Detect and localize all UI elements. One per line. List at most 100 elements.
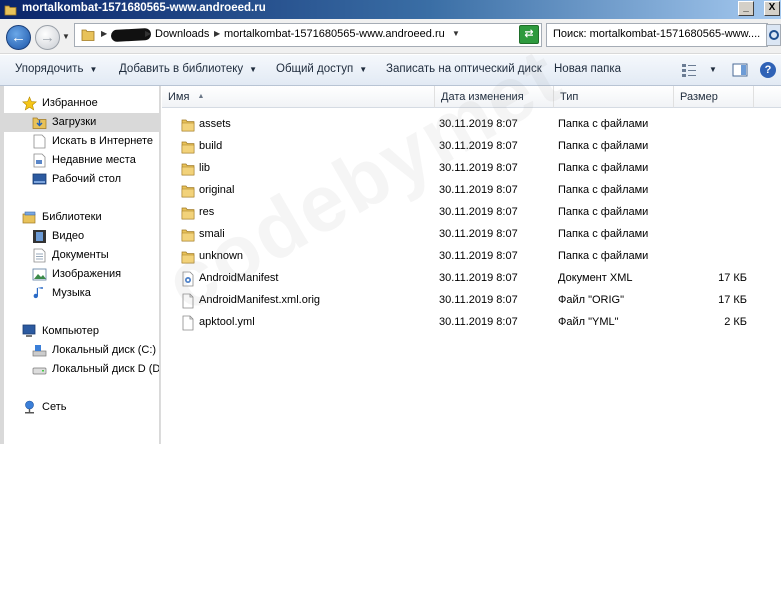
system-drive-icon [32,345,47,357]
nav-label: Сеть [42,401,67,413]
file-modified: 30.11.2019 8:07 [439,228,518,240]
arrow-right-icon: → [40,29,55,46]
nav-label: Загрузки [52,116,97,128]
chevron-right-icon[interactable]: ▶ [214,29,220,38]
address-field[interactable]: ▶ ▶ Downloads ▶ mortalkombat-1571680565-… [74,23,542,47]
file-name: build [199,140,223,152]
view-dropdown-icon[interactable]: ▼ [709,65,717,74]
table-row[interactable]: unknown 30.11.2019 8:07 Папка с файлами [161,246,781,268]
forward-button[interactable]: → [35,25,60,50]
minimize-button[interactable]: _ [738,1,754,16]
table-row[interactable]: lib 30.11.2019 8:07 Папка с файлами [161,158,781,180]
share-button[interactable]: Общий доступ ▼ [276,63,367,75]
chevron-down-icon[interactable]: ▼ [452,29,460,38]
images-icon [32,268,47,281]
column-header-type[interactable]: Тип [554,86,674,108]
window-title: mortalkombat-1571680565-www.androeed.ru [22,2,266,14]
column-header-modified[interactable]: Дата изменения [435,86,554,108]
nav-downloads[interactable]: Загрузки [4,113,159,132]
desktop-icon [32,173,47,185]
nav-computer[interactable]: Компьютер [0,322,159,341]
share-label: Общий доступ [276,63,354,75]
pane-edge [0,86,4,444]
nav-documents[interactable]: Документы [0,246,159,265]
nav-video[interactable]: Видео [0,227,159,246]
close-button[interactable]: X [764,1,780,16]
file-type: Папка с файлами [558,118,649,130]
file-icon [182,293,194,309]
table-row[interactable]: build 30.11.2019 8:07 Папка с файлами [161,136,781,158]
file-modified: 30.11.2019 8:07 [439,294,518,306]
table-row[interactable]: original 30.11.2019 8:07 Папка с файлами [161,180,781,202]
nav-recent-places[interactable]: Недавние места [0,151,159,170]
folder-icon [4,5,17,16]
table-row[interactable]: smali 30.11.2019 8:07 Папка с файлами [161,224,781,246]
nav-label: Недавние места [52,154,136,166]
search-input[interactable]: Поиск: mortalkombat-1571680565-www.... [546,23,768,47]
file-type: Папка с файлами [558,250,649,262]
file-modified: 30.11.2019 8:07 [439,162,518,174]
nav-music[interactable]: Музыка [0,284,159,303]
new-folder-button[interactable]: Новая папка [554,63,621,75]
search-button[interactable] [766,24,781,46]
nav-label: Библиотеки [42,211,102,223]
nav-label: Локальный диск (C:) [52,344,157,356]
chevron-down-icon: ▼ [249,65,258,74]
folder-icon [181,207,195,220]
nav-disk-c[interactable]: Локальный диск (C:) [0,341,159,360]
burn-button[interactable]: Записать на оптический диск [386,63,542,75]
table-row[interactable]: apktool.yml 30.11.2019 8:07 Файл "YML" 2 КБ [161,312,781,334]
nav-network[interactable]: Сеть [0,398,159,417]
column-header-size[interactable]: Размер [674,86,754,108]
nav-search-internet[interactable]: Искать в Интернете [0,132,159,151]
recent-places-icon [33,153,46,168]
file-modified: 30.11.2019 8:07 [439,184,518,196]
table-row[interactable]: AndroidManifest 30.11.2019 8:07 Документ X… [161,268,781,290]
nav-libraries[interactable]: Библиотеки [0,208,159,227]
libraries-icon [22,211,36,224]
breadcrumb-downloads[interactable]: Downloads [155,28,209,40]
file-modified: 30.11.2019 8:07 [439,250,518,262]
nav-images[interactable]: Изображения [0,265,159,284]
file-type: Папка с файлами [558,228,649,240]
chevron-down-icon: ▼ [359,65,368,74]
file-modified: 30.11.2019 8:07 [439,316,518,328]
history-dropdown-icon[interactable]: ▼ [62,32,70,41]
file-size: 17 КБ [718,294,747,306]
table-row[interactable]: res 30.11.2019 8:07 Папка с файлами [161,202,781,224]
file-modified: 30.11.2019 8:07 [439,118,518,130]
file-modified: 30.11.2019 8:07 [439,272,518,284]
nav-label: Музыка [52,287,91,299]
file-name: apktool.yml [199,316,255,328]
nav-label: Искать в Интернете [52,135,154,147]
file-type: Файл "ORIG" [558,294,625,306]
preview-pane-icon[interactable] [732,62,748,78]
column-label: Дата изменения [441,91,524,103]
nav-label: Рабочий стол [52,173,122,185]
column-header-name[interactable]: Имя ▲ [162,86,435,108]
column-label: Тип [560,91,579,103]
view-options-icon[interactable] [681,62,697,78]
table-row[interactable]: AndroidManifest.xml.orig 30.11.2019 8:07 Ф… [161,290,781,312]
nav-favorites[interactable]: Избранное [0,94,159,113]
add-to-library-button[interactable]: Добавить в библиотеку ▼ [119,63,257,75]
folder-icon [181,119,195,132]
nav-disk-d[interactable]: Локальный диск D (D [0,360,159,379]
table-row[interactable]: assets 30.11.2019 8:07 Папка с файлами [161,114,781,136]
chevron-right-icon[interactable]: ▶ [145,29,151,38]
column-label: Имя [168,91,190,103]
refresh-button[interactable]: ⇄ [519,25,539,44]
organize-button[interactable]: Упорядочить ▼ [15,63,97,75]
chevron-right-icon[interactable]: ▶ [101,29,107,38]
breadcrumb-current-folder[interactable]: mortalkombat-1571680565-www.androeed.ru [224,28,445,40]
command-bar: Упорядочить ▼ Добавить в библиотеку ▼ Общи… [0,55,781,86]
nav-label: Избранное [42,97,98,109]
refresh-icon: ⇄ [524,28,534,40]
nav-desktop[interactable]: Рабочий стол [0,170,159,189]
organize-label: Упорядочить [15,63,84,75]
help-icon[interactable]: ? [760,62,776,78]
file-name: assets [199,118,231,130]
back-button[interactable]: ← [6,25,31,50]
file-modified: 30.11.2019 8:07 [439,140,518,152]
nav-label: Изображения [52,268,122,280]
